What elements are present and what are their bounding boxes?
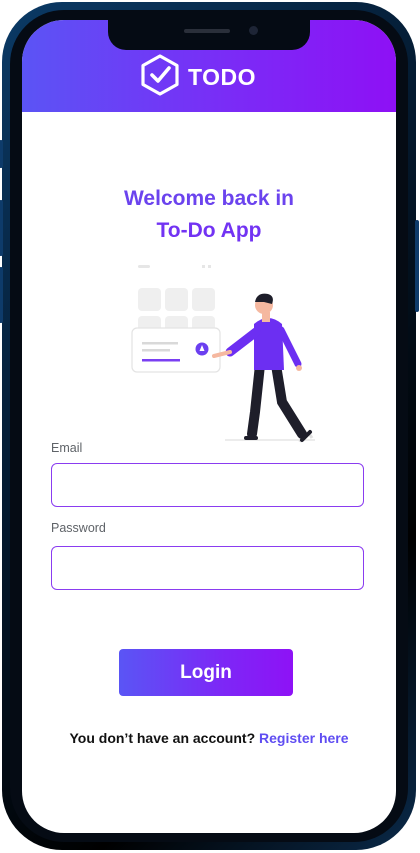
- password-label: Password: [51, 521, 106, 535]
- register-prompt-row: You don’t have an account? Register here: [22, 730, 396, 746]
- welcome-heading: Welcome back in To-Do App: [22, 183, 396, 247]
- welcome-line-2: To-Do App: [156, 219, 262, 242]
- login-button[interactable]: Login: [119, 649, 293, 696]
- email-label: Email: [51, 441, 83, 455]
- register-prompt: You don’t have an account?: [69, 730, 256, 746]
- welcome-line-1: Welcome back in: [123, 187, 294, 210]
- app-screen: TODO Welcome back in To-Do App Email Pas…: [22, 20, 396, 833]
- brand: TODO: [140, 54, 257, 100]
- phone-notch: [108, 20, 310, 50]
- side-button: [0, 267, 3, 323]
- front-camera: [249, 26, 258, 35]
- email-field[interactable]: [51, 463, 364, 507]
- checkmark-hexagon-icon: [140, 54, 180, 100]
- side-button: [415, 220, 419, 312]
- password-field[interactable]: [51, 546, 364, 590]
- brand-name: TODO: [188, 63, 257, 90]
- person-pressing-button-illustration: [130, 262, 320, 447]
- side-button: [0, 140, 3, 168]
- side-button: [0, 200, 3, 256]
- register-link[interactable]: Register here: [259, 730, 348, 746]
- speaker-grille: [184, 29, 230, 33]
